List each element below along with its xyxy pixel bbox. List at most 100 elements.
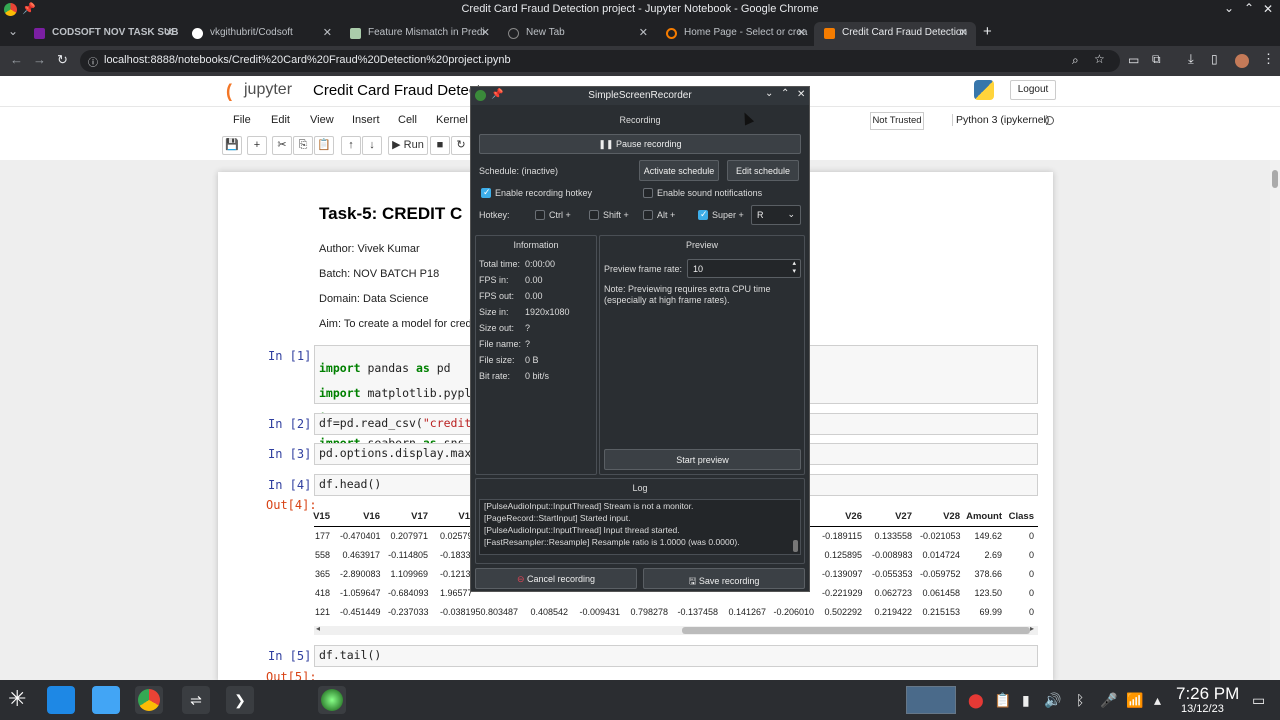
extensions-icon[interactable]: ▭ xyxy=(1128,53,1139,67)
scroll-right-icon[interactable]: ▸ xyxy=(1030,624,1034,633)
hotkey-key-select[interactable]: R ⌄ xyxy=(751,205,801,225)
edit-schedule-button[interactable]: Edit schedule xyxy=(727,160,799,181)
tab-feature-mismatch[interactable]: Feature Mismatch in Predi ✕ xyxy=(340,22,498,46)
pause-recording-button[interactable]: ❚❚ Pause recording xyxy=(479,134,801,154)
paste-icon[interactable]: 📋 xyxy=(314,136,334,155)
recording-indicator-icon[interactable]: ⬤ xyxy=(968,692,984,709)
back-icon[interactable]: ← xyxy=(10,52,23,67)
menu-cell[interactable]: Cell xyxy=(398,114,417,126)
super-checkbox[interactable] xyxy=(698,209,708,220)
profile-avatar[interactable] xyxy=(1235,54,1249,68)
scroll-left-icon[interactable]: ◂ xyxy=(316,624,320,633)
battery-icon[interactable]: ▮ xyxy=(1022,692,1030,709)
puzzle-icon[interactable]: ⧉ xyxy=(1152,52,1161,67)
run-button[interactable]: ▶ Run xyxy=(388,136,428,155)
start-preview-button[interactable]: Start preview xyxy=(604,449,801,470)
app-launcher-icon[interactable]: ✳ xyxy=(8,686,36,714)
close-icon[interactable]: ✕ xyxy=(1263,2,1273,16)
save-recording-button[interactable]: 🖫 Save recording xyxy=(643,568,805,589)
maximize-icon[interactable]: ⌃ xyxy=(1244,1,1254,15)
recorder-titlebar[interactable]: 📌 SimpleScreenRecorder ⌄ ⌃ ✕ xyxy=(471,87,809,105)
chrome-taskbar-icon[interactable] xyxy=(135,686,163,714)
workspace-pager[interactable] xyxy=(906,686,956,714)
insert-cell-icon[interactable]: + xyxy=(247,136,267,155)
tab-close-icon[interactable]: ✕ xyxy=(639,26,648,39)
bluetooth-icon[interactable]: ᛒ xyxy=(1076,692,1084,708)
notebook-name[interactable]: Credit Card Fraud Detect xyxy=(313,82,481,99)
store-icon[interactable] xyxy=(47,686,75,714)
tab-close-icon[interactable]: ✕ xyxy=(481,26,490,39)
enable-hotkey-checkbox[interactable] xyxy=(481,187,491,198)
volume-icon[interactable]: 🔊 xyxy=(1044,692,1061,709)
jupyter-logo-text[interactable]: jupyter xyxy=(244,81,292,99)
files-icon[interactable] xyxy=(92,686,120,714)
wifi-icon[interactable]: 📶 xyxy=(1126,692,1143,709)
sidepanel-icon[interactable]: ▯ xyxy=(1211,52,1218,66)
page-scrollbar[interactable] xyxy=(1270,160,1280,680)
spin-arrows-icon[interactable]: ▴ ▾ xyxy=(792,260,796,276)
tab-close-icon[interactable]: ✕ xyxy=(797,26,806,39)
show-desktop-icon[interactable]: ▭ xyxy=(1252,692,1265,709)
alt-checkbox[interactable] xyxy=(643,210,653,220)
reload-icon[interactable]: ↻ xyxy=(57,52,68,68)
maximize-icon[interactable]: ⌃ xyxy=(781,88,789,99)
menu-icon[interactable]: ⋮ xyxy=(1262,51,1275,67)
microphone-icon[interactable]: 🎤 xyxy=(1100,692,1117,709)
shift-checkbox[interactable] xyxy=(589,210,599,220)
move-up-icon[interactable]: ↑ xyxy=(341,136,361,155)
tab-close-icon[interactable]: ✕ xyxy=(323,26,332,39)
df-horizontal-scrollbar[interactable]: ◂ ▸ xyxy=(314,624,1038,635)
minimize-icon[interactable]: ⌄ xyxy=(765,88,773,99)
site-info-icon[interactable]: ⓘ xyxy=(88,54,98,69)
menu-kernel[interactable]: Kernel xyxy=(436,114,468,126)
screen-recorder-taskbar-icon[interactable] xyxy=(318,686,346,714)
jupyter-logo-icon[interactable]: ( xyxy=(226,81,232,102)
logout-button[interactable]: Logout xyxy=(1010,80,1056,100)
tab-list-chevron-icon[interactable]: ⌄ xyxy=(8,24,18,38)
clock-time[interactable]: 7:26 PM xyxy=(1176,684,1239,704)
ctrl-checkbox[interactable] xyxy=(535,210,545,220)
preview-rate-spinbox[interactable]: 10 ▴ ▾ xyxy=(687,259,801,278)
scrollbar-thumb[interactable] xyxy=(1272,170,1278,188)
python-logo-icon xyxy=(974,80,994,100)
settings-icon[interactable]: ⇌ xyxy=(182,686,210,714)
clock-date[interactable]: 13/12/23 xyxy=(1181,703,1224,715)
code-cell-5[interactable]: df.tail() xyxy=(314,645,1038,667)
info-key: Total time: xyxy=(479,259,521,269)
df-scrollbar-thumb[interactable] xyxy=(682,627,1030,634)
tab-close-icon[interactable]: ✕ xyxy=(959,26,968,39)
minimize-icon[interactable]: ⌄ xyxy=(1224,1,1234,15)
tab-credit-card[interactable]: Credit Card Fraud Detection ✕ xyxy=(814,22,976,46)
tab-new-tab[interactable]: New Tab ✕ xyxy=(498,22,656,46)
enable-sound-checkbox[interactable] xyxy=(643,188,653,198)
stop-icon[interactable]: ■ xyxy=(430,136,450,155)
tab-github[interactable]: vkgithubrit/Codsoft ✕ xyxy=(182,22,340,46)
tab-home-page[interactable]: Home Page - Select or crea ✕ xyxy=(656,22,814,46)
zoom-icon[interactable]: ⌕ xyxy=(1072,53,1079,68)
url-input[interactable]: ⓘ localhost:8888/notebooks/Credit%20Card… xyxy=(80,50,1120,72)
tray-expand-icon[interactable]: ▴ xyxy=(1154,692,1161,709)
restart-icon[interactable]: ↻ xyxy=(451,136,471,155)
move-down-icon[interactable]: ↓ xyxy=(362,136,382,155)
forward-icon[interactable]: → xyxy=(33,52,46,67)
menu-edit[interactable]: Edit xyxy=(271,114,290,126)
menu-file[interactable]: File xyxy=(233,114,251,126)
menu-view[interactable]: View xyxy=(310,114,334,126)
close-icon[interactable]: ✕ xyxy=(797,89,805,100)
activate-schedule-button[interactable]: Activate schedule xyxy=(639,160,719,181)
cancel-recording-button[interactable]: ⊖ Cancel recording xyxy=(475,568,637,589)
log-textbox[interactable]: [PulseAudioInput::InputThread] Stream is… xyxy=(479,499,801,555)
cut-icon[interactable]: ✂ xyxy=(272,136,292,155)
terminal-icon[interactable]: ❯ xyxy=(226,686,254,714)
log-scrollbar-thumb[interactable] xyxy=(793,540,798,552)
menu-insert[interactable]: Insert xyxy=(352,114,380,126)
copy-icon[interactable]: ⎘ xyxy=(293,136,313,155)
download-icon[interactable]: ⤓ xyxy=(1188,51,1194,67)
clipboard-icon[interactable]: 📋 xyxy=(994,692,1011,709)
save-icon[interactable]: 💾 xyxy=(222,136,242,155)
bookmark-star-icon[interactable]: ☆ xyxy=(1094,52,1105,66)
not-trusted-badge[interactable]: Not Trusted xyxy=(870,112,924,130)
new-tab-icon[interactable]: + xyxy=(983,23,992,40)
tab-close-icon[interactable]: ✕ xyxy=(165,26,174,39)
tab-codsoft[interactable]: CODSOFT NOV TASK SUB ✕ xyxy=(24,22,182,46)
